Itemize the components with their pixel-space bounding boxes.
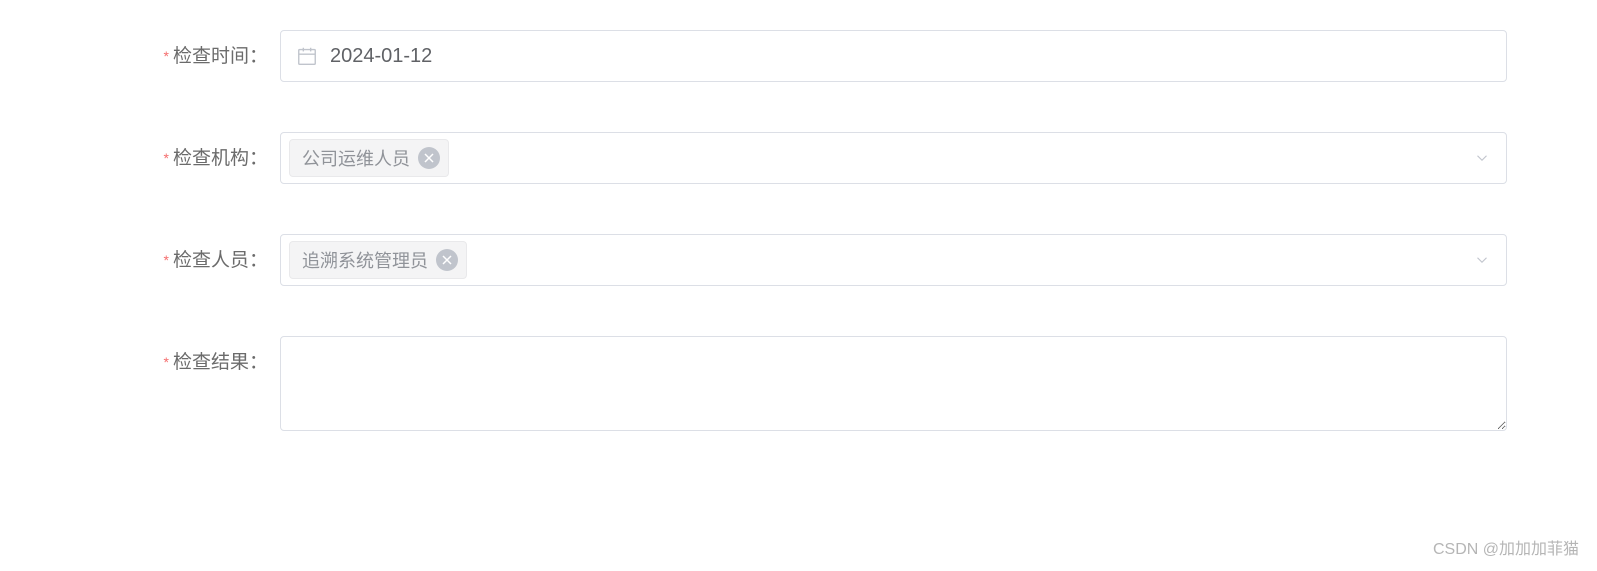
inspector-input-col: 追溯系统管理员 [280, 234, 1507, 286]
label-text: 检查时间： [173, 46, 268, 67]
required-mark: * [164, 48, 169, 64]
inspection-org-select[interactable]: 公司运维人员 [280, 132, 1507, 184]
inspector-tag-text: 追溯系统管理员 [302, 247, 428, 273]
inspector-tag: 追溯系统管理员 [289, 241, 467, 279]
org-tag-close[interactable] [418, 147, 440, 169]
inspection-time-input-col: 2024-01-12 [280, 30, 1507, 82]
required-mark: * [164, 252, 169, 268]
inspection-org-row: *检查机构： 公司运维人员 [100, 132, 1507, 184]
inspector-tag-close[interactable] [436, 249, 458, 271]
close-icon [442, 255, 452, 265]
inspection-time-input[interactable]: 2024-01-12 [280, 30, 1507, 82]
inspection-time-value: 2024-01-12 [330, 45, 432, 68]
calendar-icon [296, 45, 318, 67]
inspection-result-textarea[interactable] [280, 336, 1507, 431]
inspection-result-row: *检查结果： [100, 336, 1507, 436]
inspector-row: *检查人员： 追溯系统管理员 [100, 234, 1507, 286]
label-text: 检查机构： [173, 148, 268, 169]
inspection-time-row: *检查时间： 2024-01-12 [100, 30, 1507, 82]
inspection-time-label: *检查时间： [100, 30, 280, 71]
inspection-result-input-col [280, 336, 1507, 436]
org-tag: 公司运维人员 [289, 139, 449, 177]
close-icon [424, 153, 434, 163]
chevron-down-icon [1473, 149, 1491, 167]
org-tag-text: 公司运维人员 [302, 145, 410, 171]
required-mark: * [164, 150, 169, 166]
inspection-org-input-col: 公司运维人员 [280, 132, 1507, 184]
label-text: 检查人员： [173, 250, 268, 271]
inspector-label: *检查人员： [100, 234, 280, 275]
label-text: 检查结果： [173, 352, 268, 373]
inspection-org-label: *检查机构： [100, 132, 280, 173]
inspection-result-label: *检查结果： [100, 336, 280, 377]
required-mark: * [164, 354, 169, 370]
inspector-select[interactable]: 追溯系统管理员 [280, 234, 1507, 286]
chevron-down-icon [1473, 251, 1491, 269]
watermark: CSDN @加加加菲猫 [1433, 535, 1579, 559]
